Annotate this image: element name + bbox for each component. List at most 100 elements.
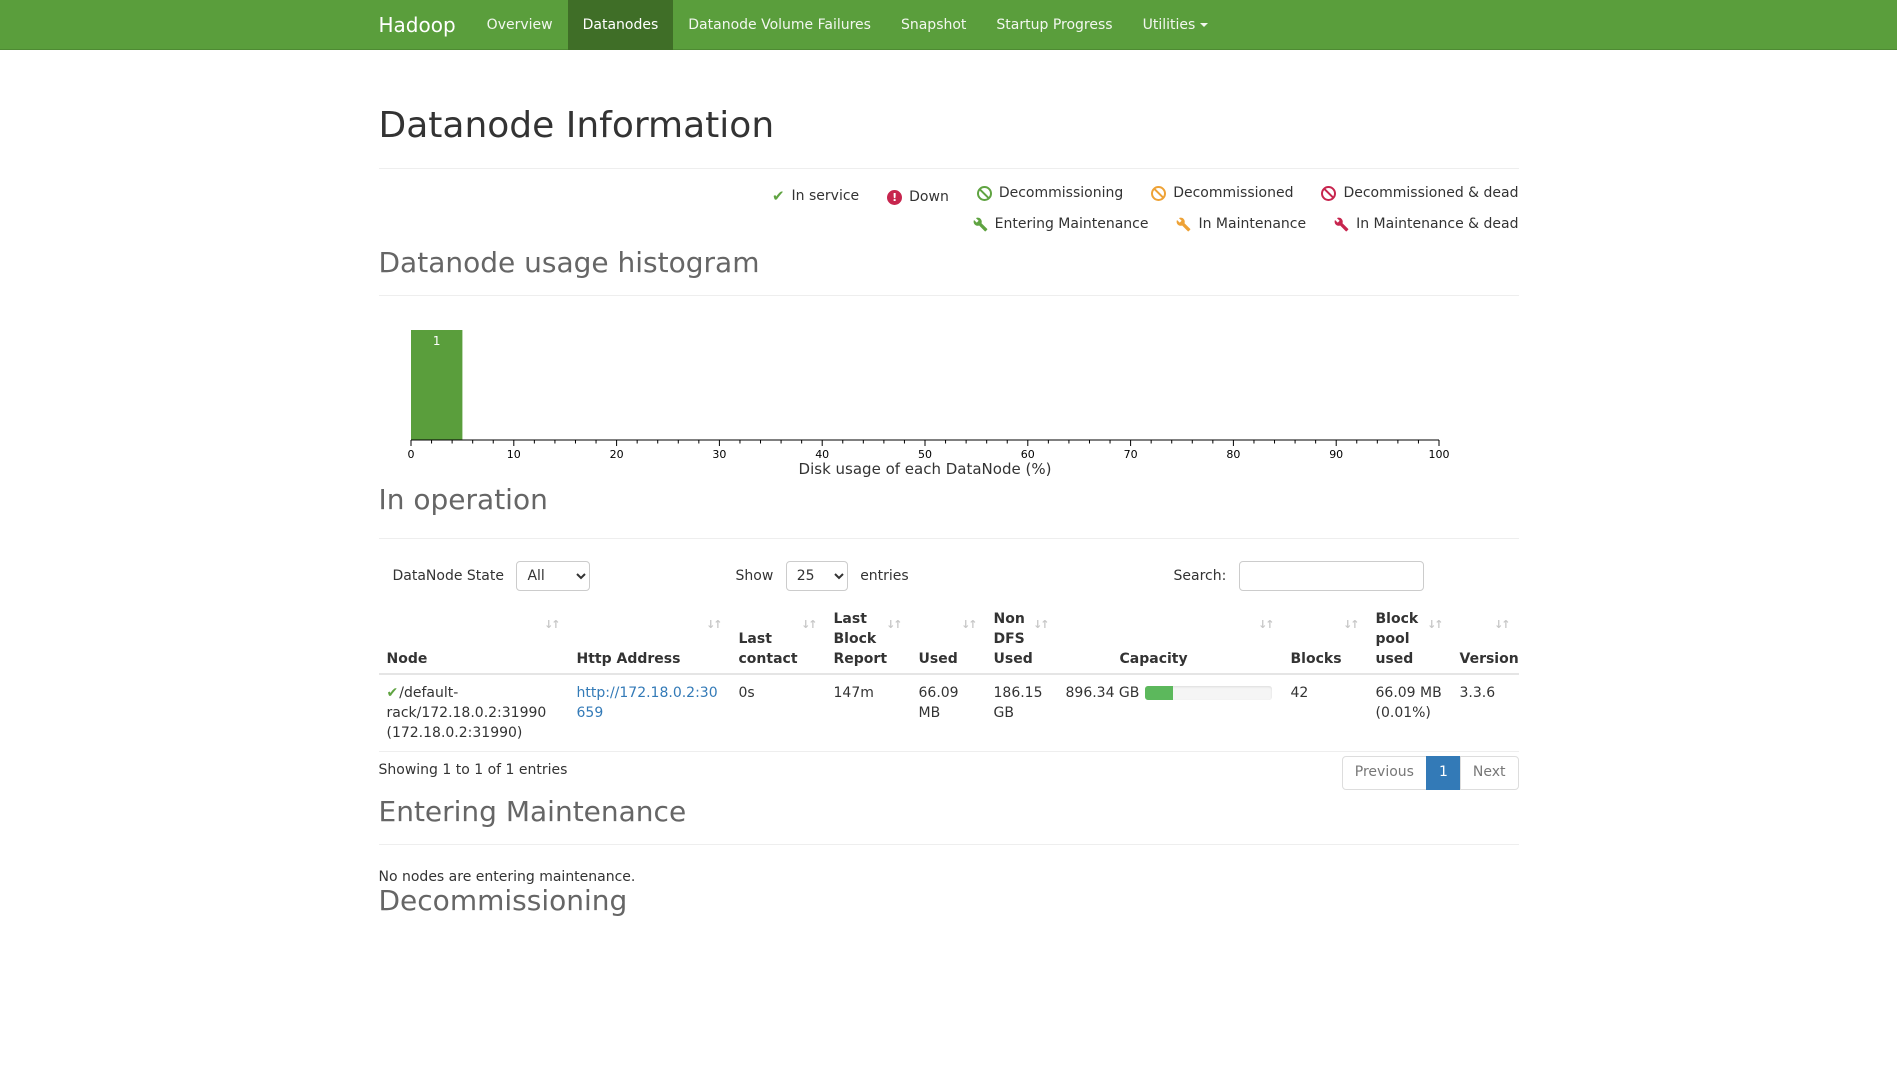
capacity-progress-bar	[1145, 686, 1272, 700]
histogram-heading: Datanode usage histogram	[379, 247, 1519, 279]
check-icon: ✔	[772, 189, 785, 204]
nav-item-utilities[interactable]: Utilities	[1128, 0, 1224, 50]
datanode-state-select[interactable]: All	[516, 561, 590, 591]
cell-non-dfs-used: 186.15 GB	[986, 674, 1058, 752]
legend-label: Decommissioned	[1173, 185, 1293, 201]
sort-icon[interactable]: ↓↑	[1343, 615, 1357, 635]
column-label: Http Address	[577, 651, 681, 667]
column-header-version[interactable]: Version ↓↑	[1452, 607, 1519, 674]
column-header-last-block-report[interactable]: Last Block Report↓↑	[826, 607, 911, 674]
ban-icon	[1321, 186, 1336, 201]
pagination: Previous1Next	[1343, 756, 1519, 790]
cell-node: ✔/default-rack/172.18.0.2:31990 (172.18.…	[379, 674, 569, 752]
svg-text:Disk usage of each DataNode (%: Disk usage of each DataNode (%)	[798, 460, 1051, 478]
entering-maintenance-heading: Entering Maintenance	[379, 796, 1519, 828]
cell-last-block-report: 147m	[826, 674, 911, 752]
table-header-row: Node↓↑Http Address↓↑Last contact↓↑Last B…	[379, 607, 1519, 674]
nav-item-overview[interactable]: Overview	[472, 0, 568, 50]
showing-entries-text: Showing 1 to 1 of 1 entries	[379, 762, 568, 778]
search-input[interactable]	[1239, 561, 1424, 591]
cell-version: 3.3.6	[1452, 674, 1519, 752]
search-label: Search:	[1174, 568, 1227, 584]
cell-capacity: 896.34 GB	[1058, 674, 1283, 752]
column-label: Version	[1460, 651, 1519, 667]
entries-count-select[interactable]: 25	[786, 561, 848, 591]
in-operation-divider	[379, 538, 1519, 539]
column-label: Last contact	[739, 631, 798, 667]
wrench-icon	[1176, 217, 1191, 232]
sort-icon[interactable]: ↓↑	[961, 615, 975, 635]
wrench-icon	[973, 217, 988, 232]
nav-item-snapshot[interactable]: Snapshot	[886, 0, 981, 50]
cell-http-address: http://172.18.0.2:30659	[569, 674, 731, 752]
column-header-block-pool-used[interactable]: Block pool used ↓↑	[1368, 607, 1452, 674]
column-label: Block pool used	[1376, 611, 1419, 667]
datanode-row: ✔/default-rack/172.18.0.2:31990 (172.18.…	[379, 674, 1519, 752]
alert-icon: !	[887, 190, 902, 205]
svg-text:90: 90	[1329, 448, 1343, 461]
cell-last-contact: 0s	[731, 674, 826, 752]
navbar: Hadoop OverviewDatanodesDatanode Volume …	[0, 0, 1897, 50]
nav-item-startup-progress[interactable]: Startup Progress	[981, 0, 1127, 50]
show-label: Show	[736, 568, 774, 584]
table-controls: DataNode State All Show 25 entries Searc…	[379, 559, 1519, 593]
svg-text:70: 70	[1123, 448, 1137, 461]
svg-text:100: 100	[1428, 448, 1449, 461]
page-title: Datanode Information	[379, 105, 1519, 146]
column-header-capacity[interactable]: Capacity ↓↑	[1058, 607, 1283, 674]
wrench-icon	[1334, 217, 1349, 232]
legend-item-down: ! Down	[887, 189, 949, 205]
decommissioning-heading: Decommissioning	[379, 885, 1519, 917]
legend-label: In Maintenance	[1198, 216, 1306, 232]
svg-text:1: 1	[432, 334, 440, 348]
legend-item-in-service: ✔ In service	[772, 188, 859, 204]
nav-item-datanode-volume-failures[interactable]: Datanode Volume Failures	[673, 0, 886, 50]
datanode-table: Node↓↑Http Address↓↑Last contact↓↑Last B…	[379, 607, 1519, 752]
legend-item-decommissioning: Decommissioning	[977, 185, 1123, 201]
legend-label: Down	[909, 189, 949, 205]
sort-icon[interactable]: ↓↑	[1494, 615, 1508, 635]
in-operation-heading: In operation	[379, 484, 1519, 516]
svg-text:0: 0	[407, 448, 414, 461]
sort-icon[interactable]: ↓↑	[544, 615, 558, 635]
column-header-used[interactable]: Used↓↑	[911, 607, 986, 674]
column-header-node[interactable]: Node ↓↑	[379, 607, 569, 674]
column-header-last-contact[interactable]: Last contact↓↑	[731, 607, 826, 674]
svg-text:20: 20	[609, 448, 623, 461]
ban-icon	[1151, 186, 1166, 201]
sort-icon[interactable]: ↓↑	[886, 615, 900, 635]
column-header-http-address[interactable]: Http Address ↓↑	[569, 607, 731, 674]
sort-icon[interactable]: ↓↑	[706, 615, 720, 635]
sort-icon[interactable]: ↓↑	[1258, 615, 1272, 635]
column-header-non-dfs-used[interactable]: Non DFS Used↓↑	[986, 607, 1058, 674]
sort-icon[interactable]: ↓↑	[1427, 615, 1441, 635]
column-label: Node	[387, 651, 428, 667]
sort-icon[interactable]: ↓↑	[1033, 615, 1047, 635]
ban-icon	[977, 186, 992, 201]
column-header-blocks[interactable]: Blocks↓↑	[1283, 607, 1368, 674]
legend-label: Entering Maintenance	[995, 216, 1149, 232]
navbar-items: OverviewDatanodesDatanode Volume Failure…	[472, 0, 1224, 50]
svg-text:10: 10	[506, 448, 520, 461]
entries-label: entries	[860, 568, 909, 584]
column-label: Last Block Report	[834, 611, 888, 667]
legend-item-entering-maintenance: Entering Maintenance	[973, 216, 1149, 232]
cell-block-pool-used: 66.09 MB (0.01%)	[1368, 674, 1452, 752]
status-legend: ✔ In service! Down Decommissioning Decommiss…	[379, 185, 1519, 236]
title-divider	[379, 168, 1519, 169]
pagination-previous-button[interactable]: Previous	[1342, 756, 1427, 790]
column-label: Capacity	[1120, 651, 1188, 667]
legend-item-decommissioned-dead: Decommissioned & dead	[1321, 185, 1518, 201]
sort-icon[interactable]: ↓↑	[801, 615, 815, 635]
entering-maintenance-divider	[379, 844, 1519, 845]
nav-item-datanodes[interactable]: Datanodes	[568, 0, 674, 50]
cell-used: 66.09 MB	[911, 674, 986, 752]
histogram-divider	[379, 295, 1519, 296]
http-address-link[interactable]: http://172.18.0.2:30659	[577, 685, 718, 721]
navbar-brand[interactable]: Hadoop	[379, 0, 456, 50]
pagination-1-button[interactable]: 1	[1426, 756, 1461, 790]
check-icon: ✔	[387, 685, 399, 701]
legend-item-in-maintenance-dead: In Maintenance & dead	[1334, 216, 1518, 232]
legend-label: In service	[792, 188, 860, 204]
pagination-next-button[interactable]: Next	[1460, 756, 1519, 790]
